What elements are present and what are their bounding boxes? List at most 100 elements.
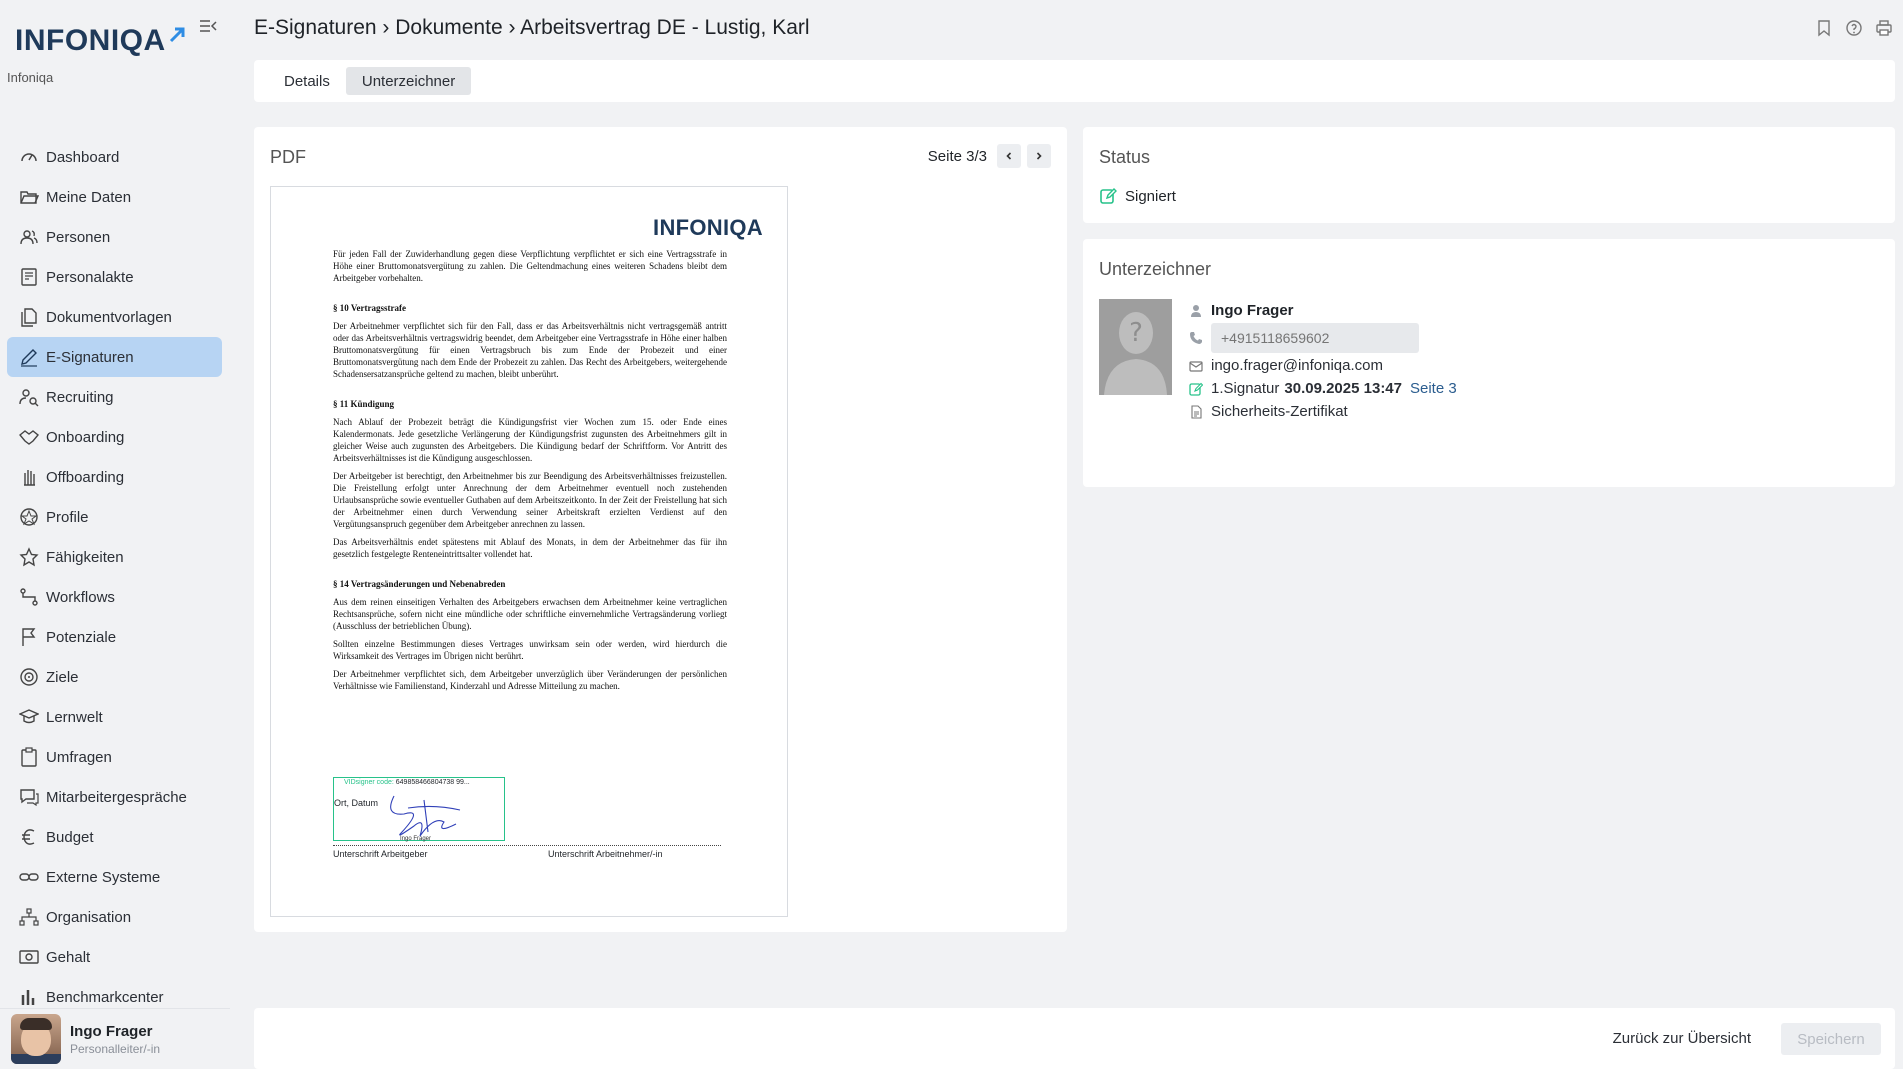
page-indicator: Seite 3/3 bbox=[927, 147, 987, 165]
people-icon bbox=[18, 226, 40, 248]
section-heading: § 14 Vertragsänderungen und Nebenabreden bbox=[333, 579, 506, 589]
signer-placeholder-photo: ? bbox=[1099, 299, 1172, 395]
sidebar-item-offboarding[interactable]: Offboarding bbox=[7, 457, 222, 497]
next-page-button[interactable] bbox=[1027, 144, 1051, 168]
sidebar-item-onboarding[interactable]: Onboarding bbox=[7, 417, 222, 457]
certificate-link[interactable]: Sicherheits-Zertifikat bbox=[1211, 403, 1348, 420]
sidebar-item-label: Personalakte bbox=[46, 268, 134, 286]
section-heading: § 11 Kündigung bbox=[333, 399, 395, 409]
back-to-overview-button[interactable]: Zurück zur Übersicht bbox=[1613, 1030, 1751, 1047]
avatar bbox=[11, 1014, 61, 1064]
sidebar-item-label: Recruiting bbox=[46, 388, 114, 406]
sidebar-item-label: Lernwelt bbox=[46, 708, 103, 726]
sidebar-item-label: Ziele bbox=[46, 668, 79, 686]
signature-label-employee: Unterschrift Arbeitnehmer/-in bbox=[548, 849, 663, 859]
badge-icon bbox=[18, 506, 40, 528]
sidebar-item-personalakte[interactable]: Personalakte bbox=[7, 257, 222, 297]
sidebar-item-gehalt[interactable]: Gehalt bbox=[7, 937, 222, 977]
contract-paragraph: Sollten einzelne Bestimmungen dieses Ver… bbox=[333, 639, 727, 661]
phone-field[interactable] bbox=[1211, 323, 1419, 353]
tenant-name: Infoniqa bbox=[7, 70, 54, 85]
logo[interactable]: INFONIQA bbox=[15, 24, 215, 60]
save-button[interactable]: Speichern bbox=[1781, 1023, 1881, 1055]
sidebar-item-personen[interactable]: Personen bbox=[7, 217, 222, 257]
envelope-icon bbox=[1189, 359, 1203, 373]
clipboard-icon bbox=[18, 746, 40, 768]
chat-icon bbox=[18, 786, 40, 808]
flag-icon bbox=[18, 626, 40, 648]
contract-paragraph: Der Arbeitnehmer verpflichtet sich, dem … bbox=[333, 669, 727, 691]
sidebar-item-label: Fähigkeiten bbox=[46, 548, 124, 566]
sidebar-item-label: Externe Systeme bbox=[46, 868, 161, 886]
sidebar-item-budget[interactable]: Budget bbox=[7, 817, 222, 857]
person-search-icon bbox=[18, 386, 40, 408]
signer-panel: Unterzeichner ? Ingo Frager ingo.frager@… bbox=[1083, 239, 1895, 487]
handwritten-signature bbox=[390, 795, 461, 837]
file-person-icon bbox=[18, 266, 40, 288]
help-icon[interactable] bbox=[1845, 19, 1863, 37]
contract-paragraph: Der Arbeitgeber ist berechtigt, den Arbe… bbox=[333, 471, 727, 529]
documents-icon bbox=[18, 306, 40, 328]
sidebar-item-label: Workflows bbox=[46, 588, 115, 606]
pdf-page-logo: INFONIQA bbox=[653, 215, 763, 240]
sidebar-item-externe-systeme[interactable]: Externe Systeme bbox=[7, 857, 222, 897]
section-heading: § 10 Vertragsstrafe bbox=[333, 303, 406, 313]
sidebar-item-label: Onboarding bbox=[46, 428, 125, 446]
prev-page-button[interactable] bbox=[997, 144, 1021, 168]
signer-title: Unterzeichner bbox=[1099, 259, 1212, 279]
sidebar-item-lernwelt[interactable]: Lernwelt bbox=[7, 697, 222, 737]
bookmark-icon[interactable] bbox=[1815, 19, 1833, 37]
money-icon bbox=[18, 946, 40, 968]
sidebar-item-label: Organisation bbox=[46, 908, 132, 926]
sidebar-item-ziele[interactable]: Ziele bbox=[7, 657, 222, 697]
sidebar-item-workflows[interactable]: Workflows bbox=[7, 577, 222, 617]
phone-icon bbox=[1189, 331, 1203, 345]
sidebar-item-meine-daten[interactable]: Meine Daten bbox=[7, 177, 222, 217]
sidebar-item-potenziale[interactable]: Potenziale bbox=[7, 617, 222, 657]
link-icon bbox=[18, 866, 40, 888]
sidebar-item-label: Budget bbox=[46, 828, 94, 846]
sidebar-item-e-signaturen[interactable]: E-Signaturen bbox=[7, 337, 222, 377]
sidebar-item-label: Dokumentvorlagen bbox=[46, 308, 172, 326]
graduation-cap-icon bbox=[18, 706, 40, 728]
sidebar-item-faehigkeiten[interactable]: Fähigkeiten bbox=[7, 537, 222, 577]
hand-icon bbox=[18, 466, 40, 488]
handshake-icon bbox=[18, 426, 40, 448]
signature-printed-name: Ingo Frager bbox=[400, 836, 432, 842]
tab-unterzeichner[interactable]: Unterzeichner bbox=[345, 67, 472, 95]
user-profile[interactable]: Ingo Frager Personalleiter/-in bbox=[0, 1008, 230, 1069]
euro-icon bbox=[18, 826, 40, 848]
sidebar-nav: Dashboard Meine Daten Personen Personalakte… bbox=[7, 137, 222, 1017]
sidebar-item-profile[interactable]: Profile bbox=[7, 497, 222, 537]
signature-page-link[interactable]: Seite 3 bbox=[1410, 380, 1457, 397]
pdf-title: PDF bbox=[270, 147, 306, 167]
pdf-page: INFONIQA Für jeden Fall der Zuwiderhandl… bbox=[270, 186, 788, 917]
contract-paragraph: Für jeden Fall der Zuwiderhandlung gegen… bbox=[333, 249, 727, 283]
svg-text:?: ? bbox=[1129, 318, 1143, 348]
sidebar-item-label: Profile bbox=[46, 508, 89, 526]
user-role: Personalleiter/-in bbox=[70, 1041, 161, 1056]
sidebar-item-dashboard[interactable]: Dashboard bbox=[7, 137, 222, 177]
chevron-left-icon bbox=[1006, 152, 1012, 160]
signature-label-employer: Unterschrift Arbeitgeber bbox=[333, 849, 428, 859]
org-chart-icon bbox=[18, 906, 40, 928]
collapse-sidebar-icon[interactable] bbox=[198, 18, 218, 34]
contract-paragraph: Nach Ablauf der Probezeit beträgt die Kü… bbox=[333, 417, 727, 463]
sidebar-item-recruiting[interactable]: Recruiting bbox=[7, 377, 222, 417]
sidebar-item-mitarbeitergespraeche[interactable]: Mitarbeitergespräche bbox=[7, 777, 222, 817]
signature-code: VIDsigner code: 649858466804738 99... bbox=[344, 779, 470, 786]
signature-area: VIDsigner code: 649858466804738 99... Or… bbox=[333, 777, 733, 867]
contract-paragraph: Das Arbeitsverhältnis endet spätestens m… bbox=[333, 537, 727, 559]
pager: Seite 3/3 bbox=[928, 144, 1051, 168]
sidebar-item-dokumentvorlagen[interactable]: Dokumentvorlagen bbox=[7, 297, 222, 337]
sidebar-item-label: Personen bbox=[46, 228, 111, 246]
signature-box: VIDsigner code: 649858466804738 99... Or… bbox=[333, 777, 505, 842]
sidebar-item-umfragen[interactable]: Umfragen bbox=[7, 737, 222, 777]
tab-details[interactable]: Details bbox=[268, 67, 346, 95]
status-value: Signiert bbox=[1099, 187, 1176, 205]
chevron-right-icon bbox=[1036, 152, 1042, 160]
workflow-icon bbox=[18, 586, 40, 608]
sidebar-item-organisation[interactable]: Organisation bbox=[7, 897, 222, 937]
user-icon bbox=[1189, 304, 1203, 318]
print-icon[interactable] bbox=[1875, 19, 1893, 37]
